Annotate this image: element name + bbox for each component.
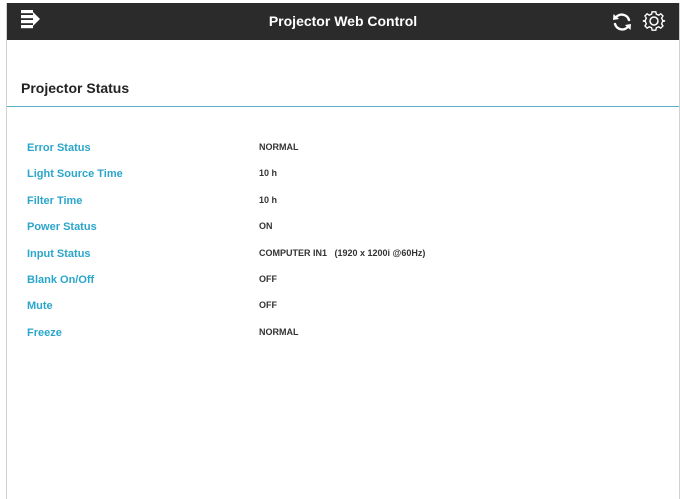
- status-label: Blank On/Off: [27, 273, 95, 286]
- status-value: 10 h: [259, 168, 278, 179]
- status-row-filter-time: Filter Time 10 h: [7, 193, 679, 219]
- app-title: Projector Web Control: [268, 13, 418, 29]
- status-row-light-source-time: Light Source Time 10 h: [7, 166, 679, 192]
- status-value: NORMAL: [259, 326, 299, 337]
- refresh-icon[interactable]: [610, 10, 634, 34]
- section-divider: [7, 106, 679, 107]
- status-label: Mute: [27, 300, 53, 313]
- section-title: Projector Status: [21, 80, 130, 96]
- gear-icon[interactable]: [642, 9, 666, 33]
- menu-icon[interactable]: [19, 9, 43, 33]
- status-row-error: Error Status NORMAL: [7, 140, 679, 166]
- status-value: ON: [259, 221, 273, 232]
- status-label: Input Status: [27, 247, 91, 260]
- status-value: NORMAL: [259, 142, 299, 152]
- status-list: Error Status NORMAL Light Source Time 10…: [7, 140, 679, 351]
- status-row-freeze: Freeze NORMAL: [7, 325, 679, 351]
- status-row-mute: Mute OFF: [7, 298, 679, 324]
- status-value: COMPUTER IN1 (1920 x 1200i @60Hz): [259, 247, 426, 258]
- app-frame: Projector Web Control Projector Status E…: [6, 3, 680, 499]
- status-label: Freeze: [27, 326, 62, 339]
- status-value: OFF: [259, 300, 277, 311]
- status-label: Error Status: [27, 142, 91, 154]
- top-bar: Projector Web Control: [7, 3, 679, 40]
- status-label: Light Source Time: [27, 168, 123, 181]
- status-row-input: Input Status COMPUTER IN1 (1920 x 1200i …: [7, 246, 679, 272]
- status-row-power: Power Status ON: [7, 219, 679, 245]
- status-row-blank: Blank On/Off OFF: [7, 272, 679, 298]
- status-value: 10 h: [259, 194, 278, 205]
- status-value: OFF: [259, 273, 277, 284]
- status-label: Filter Time: [27, 194, 83, 207]
- status-label: Power Status: [27, 221, 97, 234]
